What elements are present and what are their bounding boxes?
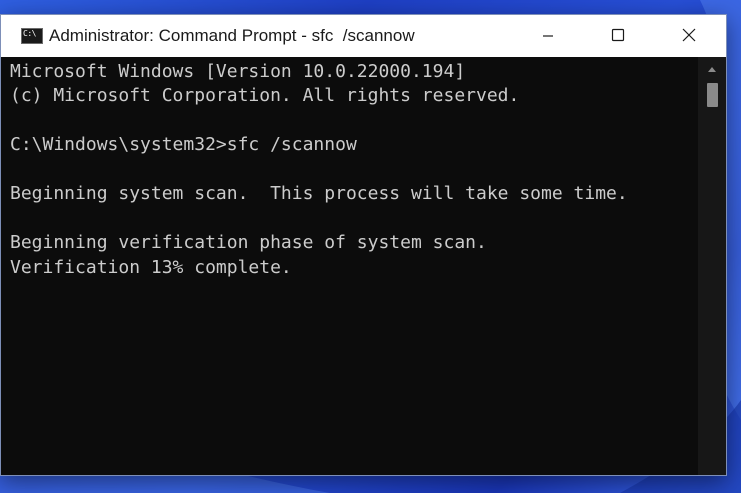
scrollbar-thumb[interactable] [707, 83, 718, 107]
console-line: Beginning verification phase of system s… [10, 232, 487, 253]
console-line: Microsoft Windows [Version 10.0.22000.19… [10, 61, 466, 82]
maximize-button[interactable] [583, 15, 653, 57]
command-prompt-icon: C:\ [21, 28, 43, 44]
maximize-icon [611, 28, 625, 42]
scroll-up-arrow-icon[interactable] [698, 57, 726, 81]
console-line: C:\Windows\system32>sfc /scannow [10, 134, 357, 155]
vertical-scrollbar[interactable] [698, 57, 726, 475]
title-bar[interactable]: C:\ Administrator: Command Prompt - sfc … [1, 15, 726, 57]
command-prompt-window[interactable]: C:\ Administrator: Command Prompt - sfc … [0, 14, 727, 476]
console-line: (c) Microsoft Corporation. All rights re… [10, 85, 520, 106]
minimize-icon [543, 35, 553, 37]
window-title: Administrator: Command Prompt - sfc /sca… [49, 26, 415, 45]
command-prompt-icon-label: C:\ [23, 29, 36, 38]
console-output[interactable]: Microsoft Windows [Version 10.0.22000.19… [1, 57, 698, 475]
close-button[interactable] [653, 15, 723, 57]
minimize-button[interactable] [513, 15, 583, 57]
console-line: Beginning system scan. This process will… [10, 183, 628, 204]
close-icon [682, 28, 696, 42]
console-line: Verification 13% complete. [10, 257, 292, 278]
